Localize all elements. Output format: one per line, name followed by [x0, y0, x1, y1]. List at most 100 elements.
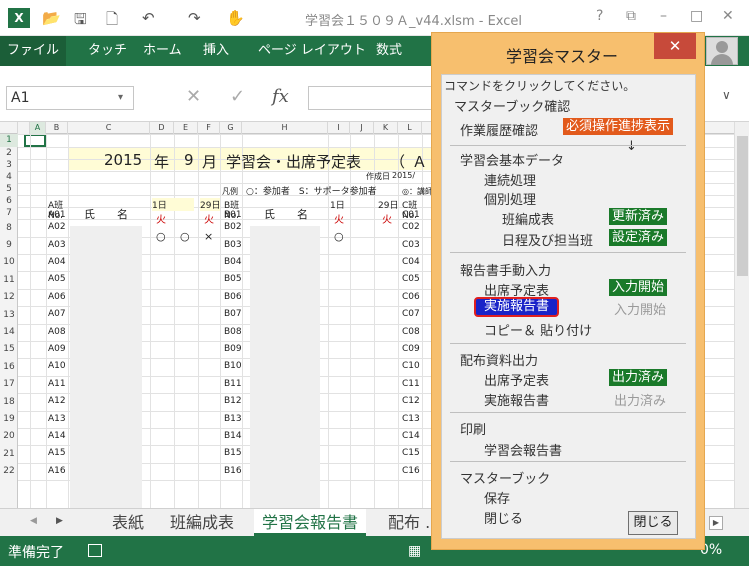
tab-file[interactable]: ファイル	[0, 36, 66, 66]
handout-report-status: 出力済み	[614, 394, 667, 409]
undo-icon[interactable]: ↶	[142, 9, 155, 27]
row-header[interactable]: 16	[0, 358, 18, 376]
cancel-icon[interactable]: ✕	[186, 86, 201, 107]
row-header[interactable]: 21	[0, 445, 18, 463]
column-header[interactable]: E	[174, 122, 198, 134]
group-table-link[interactable]: 班編成表	[502, 209, 554, 228]
row-header[interactable]: 4	[0, 171, 18, 183]
user-avatar[interactable]	[706, 37, 738, 65]
column-header[interactable]: F	[198, 122, 220, 134]
active-cell[interactable]	[24, 134, 46, 147]
handout-plan-link[interactable]: 出席予定表	[484, 370, 549, 389]
work-history-link[interactable]: 作業履歴確認	[460, 120, 538, 139]
row-header[interactable]: 10	[0, 254, 18, 271]
master-check-link[interactable]: マスターブック確認	[454, 96, 570, 115]
member-id: B14	[224, 431, 242, 441]
row-header[interactable]: 8	[0, 219, 18, 237]
ribbon-display-button[interactable]: ⧉	[626, 8, 636, 24]
row-header[interactable]: 7	[0, 207, 18, 219]
save-link[interactable]: 保存	[484, 488, 510, 507]
column-header[interactable]: D	[150, 122, 174, 134]
tab-home[interactable]: ホーム	[143, 36, 182, 66]
column-header[interactable]: A	[30, 122, 46, 134]
row-header[interactable]: 14	[0, 324, 18, 341]
normal-view-icon[interactable]: ▦	[408, 543, 421, 559]
close-button[interactable]: 閉じる	[628, 511, 678, 535]
tab-insert[interactable]: 挿入	[203, 36, 229, 66]
separator	[450, 145, 686, 146]
required-progress-badge[interactable]: 必須操作進捗表示	[563, 118, 674, 135]
member-id: B08	[224, 327, 242, 337]
insert-function-icon[interactable]: fx	[272, 86, 289, 107]
scroll-right-icon[interactable]: ▶	[709, 516, 723, 530]
column-header[interactable]: L	[398, 122, 422, 134]
copy-paste-link[interactable]: コピー＆ 貼り付け	[484, 320, 592, 339]
redo-icon[interactable]: ↷	[188, 9, 201, 27]
tab-page-layout[interactable]: ページ レイアウト	[258, 36, 366, 66]
row-header[interactable]: 11	[0, 271, 18, 289]
column-header[interactable]: K	[374, 122, 398, 134]
column-header[interactable]: I	[328, 122, 350, 134]
row-header[interactable]: 9	[0, 237, 18, 254]
row-header[interactable]: 13	[0, 306, 18, 324]
open-icon[interactable]: 📂	[42, 9, 61, 27]
row-header[interactable]: 1	[0, 134, 18, 147]
select-all-corner[interactable]	[0, 122, 18, 134]
formula-input[interactable]	[308, 86, 433, 110]
row-header[interactable]: 20	[0, 428, 18, 445]
grid-line	[46, 134, 47, 508]
title-bar: X 📂 🖫 🗋 ↶ ↷ ✋ 学習会１５０９Ａ_v44.xlsm - Excel …	[0, 0, 749, 36]
row-header[interactable]: 17	[0, 376, 18, 393]
column-header[interactable]: G	[220, 122, 242, 134]
close-book-link[interactable]: 閉じる	[484, 508, 523, 527]
row-headers: 1 2 3 4 5 6 7 8 9 10 11 12 13 14 15 16 17 18 19 20 21 22	[0, 134, 18, 508]
name-box[interactable]: A1	[6, 86, 134, 110]
grid-line	[242, 134, 243, 508]
touch-mode-icon[interactable]: ✋	[226, 9, 245, 27]
instruction-text: コマンドをクリックしてください。	[444, 79, 636, 93]
scrollbar-thumb[interactable]	[737, 136, 748, 276]
row-header[interactable]: 18	[0, 393, 18, 411]
expand-formula-icon[interactable]: ∨	[722, 88, 731, 102]
tab-touch[interactable]: タッチ	[88, 36, 127, 66]
print-report-link[interactable]: 学習会報告書	[484, 440, 562, 459]
row-header[interactable]: 19	[0, 411, 18, 428]
column-header[interactable]: J	[350, 122, 374, 134]
sheet-tab-report[interactable]: 学習会報告書	[254, 509, 367, 536]
member-id: C04	[402, 257, 420, 267]
vertical-scrollbar[interactable]	[734, 122, 749, 508]
save-icon[interactable]: 🖫	[74, 9, 87, 34]
column-header[interactable]: B	[46, 122, 68, 134]
grid-line	[198, 134, 199, 508]
name-header: 氏 名	[84, 208, 128, 221]
schedule-link[interactable]: 日程及び担当班	[502, 230, 593, 249]
macro-record-icon[interactable]	[88, 544, 102, 557]
attendance-plan-status: 入力開始	[609, 279, 668, 296]
enter-icon[interactable]: ✓	[230, 86, 245, 107]
row-header[interactable]: 2	[0, 147, 18, 159]
tab-formulas[interactable]: 数式	[376, 36, 402, 66]
print-preview-icon[interactable]: 🗋	[106, 9, 118, 34]
chevron-down-icon[interactable]: ▾	[118, 92, 123, 103]
row-header[interactable]: 12	[0, 289, 18, 306]
row-header[interactable]: 5	[0, 183, 18, 195]
column-header[interactable]: C	[68, 122, 150, 134]
help-button[interactable]: ?	[596, 8, 603, 24]
column-header[interactable]: H	[242, 122, 328, 134]
continuous-process-link[interactable]: 連続処理	[484, 170, 536, 189]
row-header[interactable]: 15	[0, 341, 18, 358]
sheet-tab-group-table[interactable]: 班編成表	[170, 509, 234, 536]
tab-nav-left-icon[interactable]: ◀	[30, 516, 37, 526]
sheet-tab-cover[interactable]: 表紙	[112, 509, 144, 536]
window-close-button[interactable]: ✕	[722, 8, 734, 24]
row-header[interactable]: 6	[0, 195, 18, 207]
row-header[interactable]: 22	[0, 463, 18, 480]
tab-nav-right-icon[interactable]: ▶	[56, 516, 63, 526]
dialog-close-icon[interactable]: ✕	[654, 33, 696, 59]
report-button[interactable]: 実施報告書	[474, 297, 560, 317]
minimize-button[interactable]: –	[660, 8, 667, 24]
column-header[interactable]	[18, 122, 30, 134]
row-header[interactable]: 3	[0, 159, 18, 171]
maximize-button[interactable]: □	[690, 8, 703, 24]
handout-report-link[interactable]: 実施報告書	[484, 390, 549, 409]
